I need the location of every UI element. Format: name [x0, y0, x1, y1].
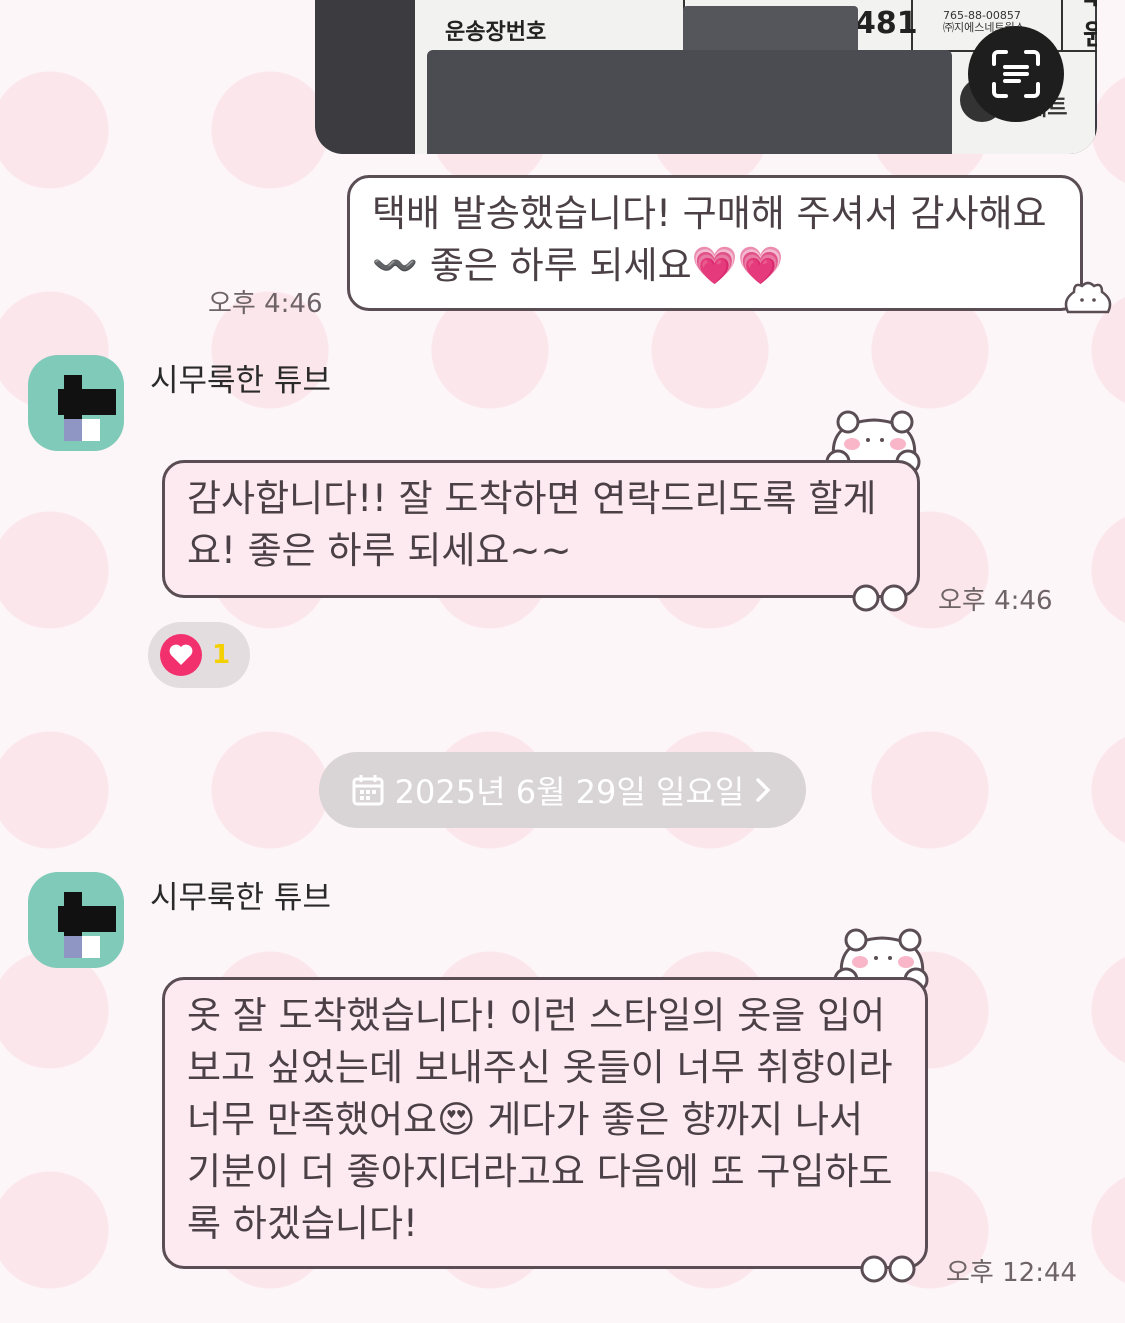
message-time: 오후 4:46: [208, 289, 323, 319]
avatar[interactable]: [28, 355, 124, 451]
outgoing-message-bubble[interactable]: 택배 발송했습니다! 구매해 주셔서 감사해요〰️ 좋은 하루 되세요💗💗: [347, 175, 1083, 311]
date-divider[interactable]: 2025년 6월 29일 일요일: [319, 752, 806, 828]
redaction-block: [427, 50, 952, 154]
message-time: 오후 4:46: [938, 586, 1053, 616]
bear-paws-icon: [860, 1255, 916, 1283]
date-label: 2025년 6월 29일 일요일: [394, 773, 745, 811]
message-time: 오후 12:44: [946, 1258, 1078, 1288]
tracking-number-partial: 481: [855, 6, 918, 41]
text-scan-button[interactable]: [968, 26, 1064, 122]
message-text: 감사합니다!! 잘 도착하면 연락드리도록 할게요! 좋은 하루 되세요~~: [187, 477, 877, 572]
heart-icon: [160, 634, 202, 676]
incoming-message-bubble[interactable]: 옷 잘 도착했습니다! 이런 스타일의 옷을 입어보고 싶었는데 보내주신 옷들…: [162, 977, 928, 1269]
sender-name: 시무룩한 튜브: [150, 363, 331, 399]
shipping-price: 4,300원: [1083, 0, 1097, 51]
redaction-block: [683, 6, 858, 54]
text-scan-icon: [992, 50, 1040, 98]
message-text: 택배 발송했습니다! 구매해 주셔서 감사해요〰️ 좋은 하루 되세요💗💗: [372, 192, 1047, 287]
message-text: 옷 잘 도착했습니다! 이런 스타일의 옷을 입어보고 싶었는데 보내주신 옷들…: [187, 994, 893, 1245]
bunny-sticker-icon: [1064, 281, 1112, 314]
tracking-number-label: 운송장번호: [445, 20, 547, 45]
bear-paws-icon: [852, 584, 908, 612]
reaction-count: 1: [212, 640, 231, 670]
chevron-right-icon: [756, 778, 771, 802]
sender-name: 시무룩한 튜브: [150, 880, 331, 916]
incoming-message-bubble[interactable]: 감사합니다!! 잘 도착하면 연락드리도록 할게요! 좋은 하루 되세요~~: [162, 460, 920, 598]
avatar[interactable]: [28, 872, 124, 968]
heart-reaction-badge[interactable]: 1: [148, 622, 250, 688]
calendar-icon: [352, 775, 384, 806]
